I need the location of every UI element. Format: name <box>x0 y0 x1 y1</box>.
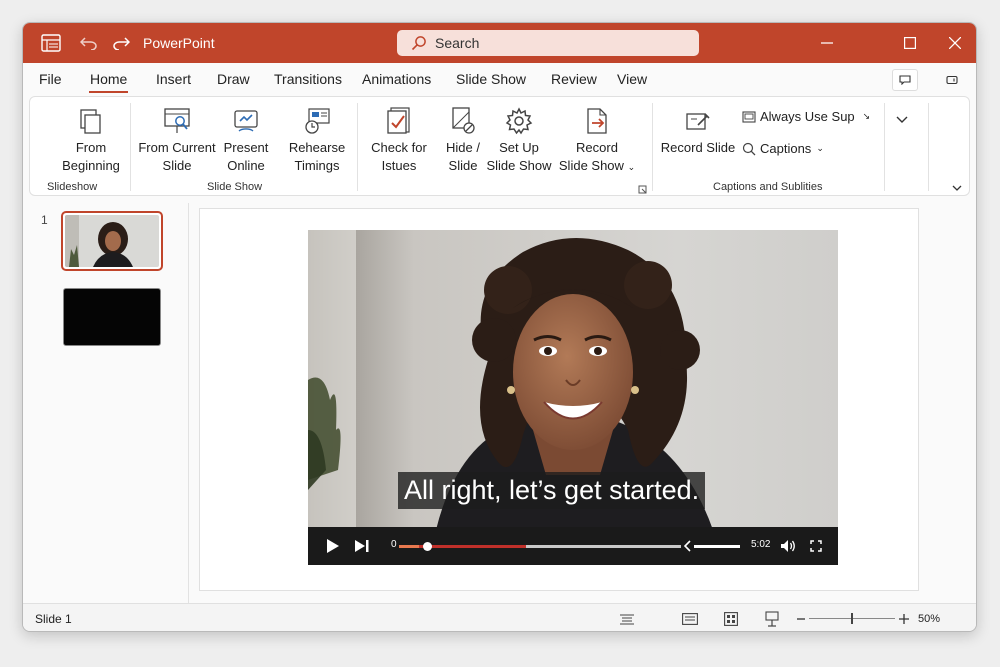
powerpoint-app-icon[interactable] <box>39 23 63 63</box>
volume-marker-icon <box>682 527 692 565</box>
slide-thumbnail-pane: 1 <box>23 203 189 603</box>
tab-home[interactable]: Home <box>88 71 129 93</box>
hide-slide-button[interactable]: Hide / Slide <box>440 105 486 175</box>
volume-icon[interactable] <box>780 527 796 565</box>
progress-buffered <box>399 545 419 548</box>
ribbon-options-chevron-icon[interactable] <box>952 179 962 197</box>
hide-slide-icon <box>440 105 486 135</box>
chevron-down-icon: ⌄ <box>627 162 636 172</box>
slide-number: 1 <box>41 213 48 227</box>
captions-icon <box>742 142 756 155</box>
check-issues-icon <box>367 105 431 135</box>
slide-indicator: Slide 1 <box>35 612 72 626</box>
group-label-slide-show: Slide Show <box>207 181 263 193</box>
group-label-slideshow: Slideshow <box>47 181 98 193</box>
ribbon-separator <box>652 103 653 191</box>
rehearse-timings-icon <box>286 105 348 135</box>
tab-review[interactable]: Review <box>551 71 597 87</box>
minimize-button[interactable] <box>807 23 847 63</box>
tab-insert[interactable]: Insert <box>156 71 191 87</box>
zoom-out-icon[interactable] <box>797 610 805 628</box>
normal-view-icon[interactable] <box>682 610 698 628</box>
slide-canvas: All right, let’s get started. 0 5:02 <box>199 208 919 591</box>
maximize-button[interactable] <box>890 23 930 63</box>
slide-thumbnail-1[interactable] <box>61 211 163 271</box>
notes-icon[interactable] <box>619 610 635 628</box>
redo-icon[interactable] <box>109 23 133 63</box>
captions-button[interactable]: Captions ⌄ <box>742 141 824 156</box>
zoom-slider[interactable] <box>809 613 895 624</box>
slideshow-start-icon <box>56 105 126 135</box>
present-online-button[interactable]: Present Online <box>220 105 272 175</box>
ribbon: From Beginning Slideshow From Current Sl… <box>29 96 970 196</box>
menu-tabs: File Home Insert Draw Transitions Animat… <box>23 63 976 95</box>
record-slide-show-button[interactable]: Record Slide Show ⌄ <box>557 105 637 176</box>
tab-slide-show[interactable]: Slide Show <box>456 71 526 87</box>
present-online-icon <box>220 105 272 135</box>
slide-thumbnail-2[interactable] <box>63 288 161 346</box>
video-controls: 0 5:02 <box>308 527 838 565</box>
dialog-launcher-icon[interactable] <box>638 181 647 199</box>
chevron-down-icon: ⌄ <box>816 143 824 153</box>
app-title: PowerPoint <box>143 35 215 51</box>
record-slide-icon <box>658 105 738 135</box>
video-player[interactable]: All right, let’s get started. 0 5:02 <box>308 230 838 565</box>
title-bar: PowerPoint Search <box>23 23 976 63</box>
record-slide-show-icon <box>557 105 637 135</box>
play-icon[interactable] <box>326 527 340 565</box>
progress-handle[interactable] <box>423 542 433 551</box>
video-caption: All right, let’s get started. <box>398 472 706 509</box>
tab-file[interactable]: File <box>39 71 62 87</box>
search-icon <box>411 36 426 51</box>
skip-next-icon[interactable] <box>354 527 370 565</box>
current-slide-icon <box>136 105 218 135</box>
video-progress-bar[interactable] <box>399 542 681 551</box>
close-button[interactable] <box>935 23 975 63</box>
powerpoint-window: PowerPoint Search File Home Insert Draw … <box>22 22 977 632</box>
record-slide-button[interactable]: Record Slide <box>658 105 738 157</box>
tab-view[interactable]: View <box>617 71 647 87</box>
present-mode-button[interactable] <box>939 69 965 91</box>
time-current: 0 <box>391 539 397 550</box>
ribbon-separator <box>130 103 131 191</box>
set-up-slide-show-button[interactable]: Set Up Slide Show <box>486 105 552 175</box>
tab-animations[interactable]: Animations <box>362 71 431 87</box>
from-beginning-button[interactable]: From Beginning <box>56 105 126 175</box>
subtitles-icon <box>742 110 756 123</box>
comments-button[interactable] <box>892 69 918 91</box>
check-issues-button[interactable]: Check for Istues <box>367 105 431 175</box>
search-input[interactable]: Search <box>397 30 699 56</box>
tab-transitions[interactable]: Transitions <box>274 71 342 87</box>
tab-draw[interactable]: Draw <box>217 71 250 87</box>
ribbon-separator <box>884 103 885 191</box>
zoom-level[interactable]: 50% <box>918 613 940 625</box>
from-current-slide-button[interactable]: From Current Slide <box>136 105 218 175</box>
thumbnail-portrait-image <box>65 215 159 267</box>
zoom-slider-handle[interactable] <box>851 613 853 624</box>
search-placeholder: Search <box>435 35 480 51</box>
status-bar: Slide 1 50% <box>23 603 976 631</box>
volume-slider[interactable] <box>694 545 740 548</box>
slide-sorter-icon[interactable] <box>724 610 738 628</box>
presenter-view-icon[interactable] <box>765 610 779 628</box>
always-use-subtitles-button[interactable]: Always Use Sup ↘ <box>742 109 870 124</box>
dropdown-arrow-icon: ↘ <box>862 111 871 121</box>
video-frame-image <box>308 230 838 565</box>
gear-icon <box>486 105 552 135</box>
rehearse-timings-button[interactable]: Rehearse Timings <box>286 105 348 175</box>
ribbon-separator <box>928 103 929 191</box>
group-label-captions: Captions and Sublities <box>713 181 823 193</box>
chevron-down-icon[interactable] <box>896 111 908 129</box>
ribbon-separator <box>357 103 358 191</box>
fullscreen-icon[interactable] <box>810 527 822 565</box>
undo-icon[interactable] <box>77 23 101 63</box>
time-duration: 5:02 <box>751 539 771 550</box>
zoom-in-icon[interactable] <box>899 610 909 628</box>
